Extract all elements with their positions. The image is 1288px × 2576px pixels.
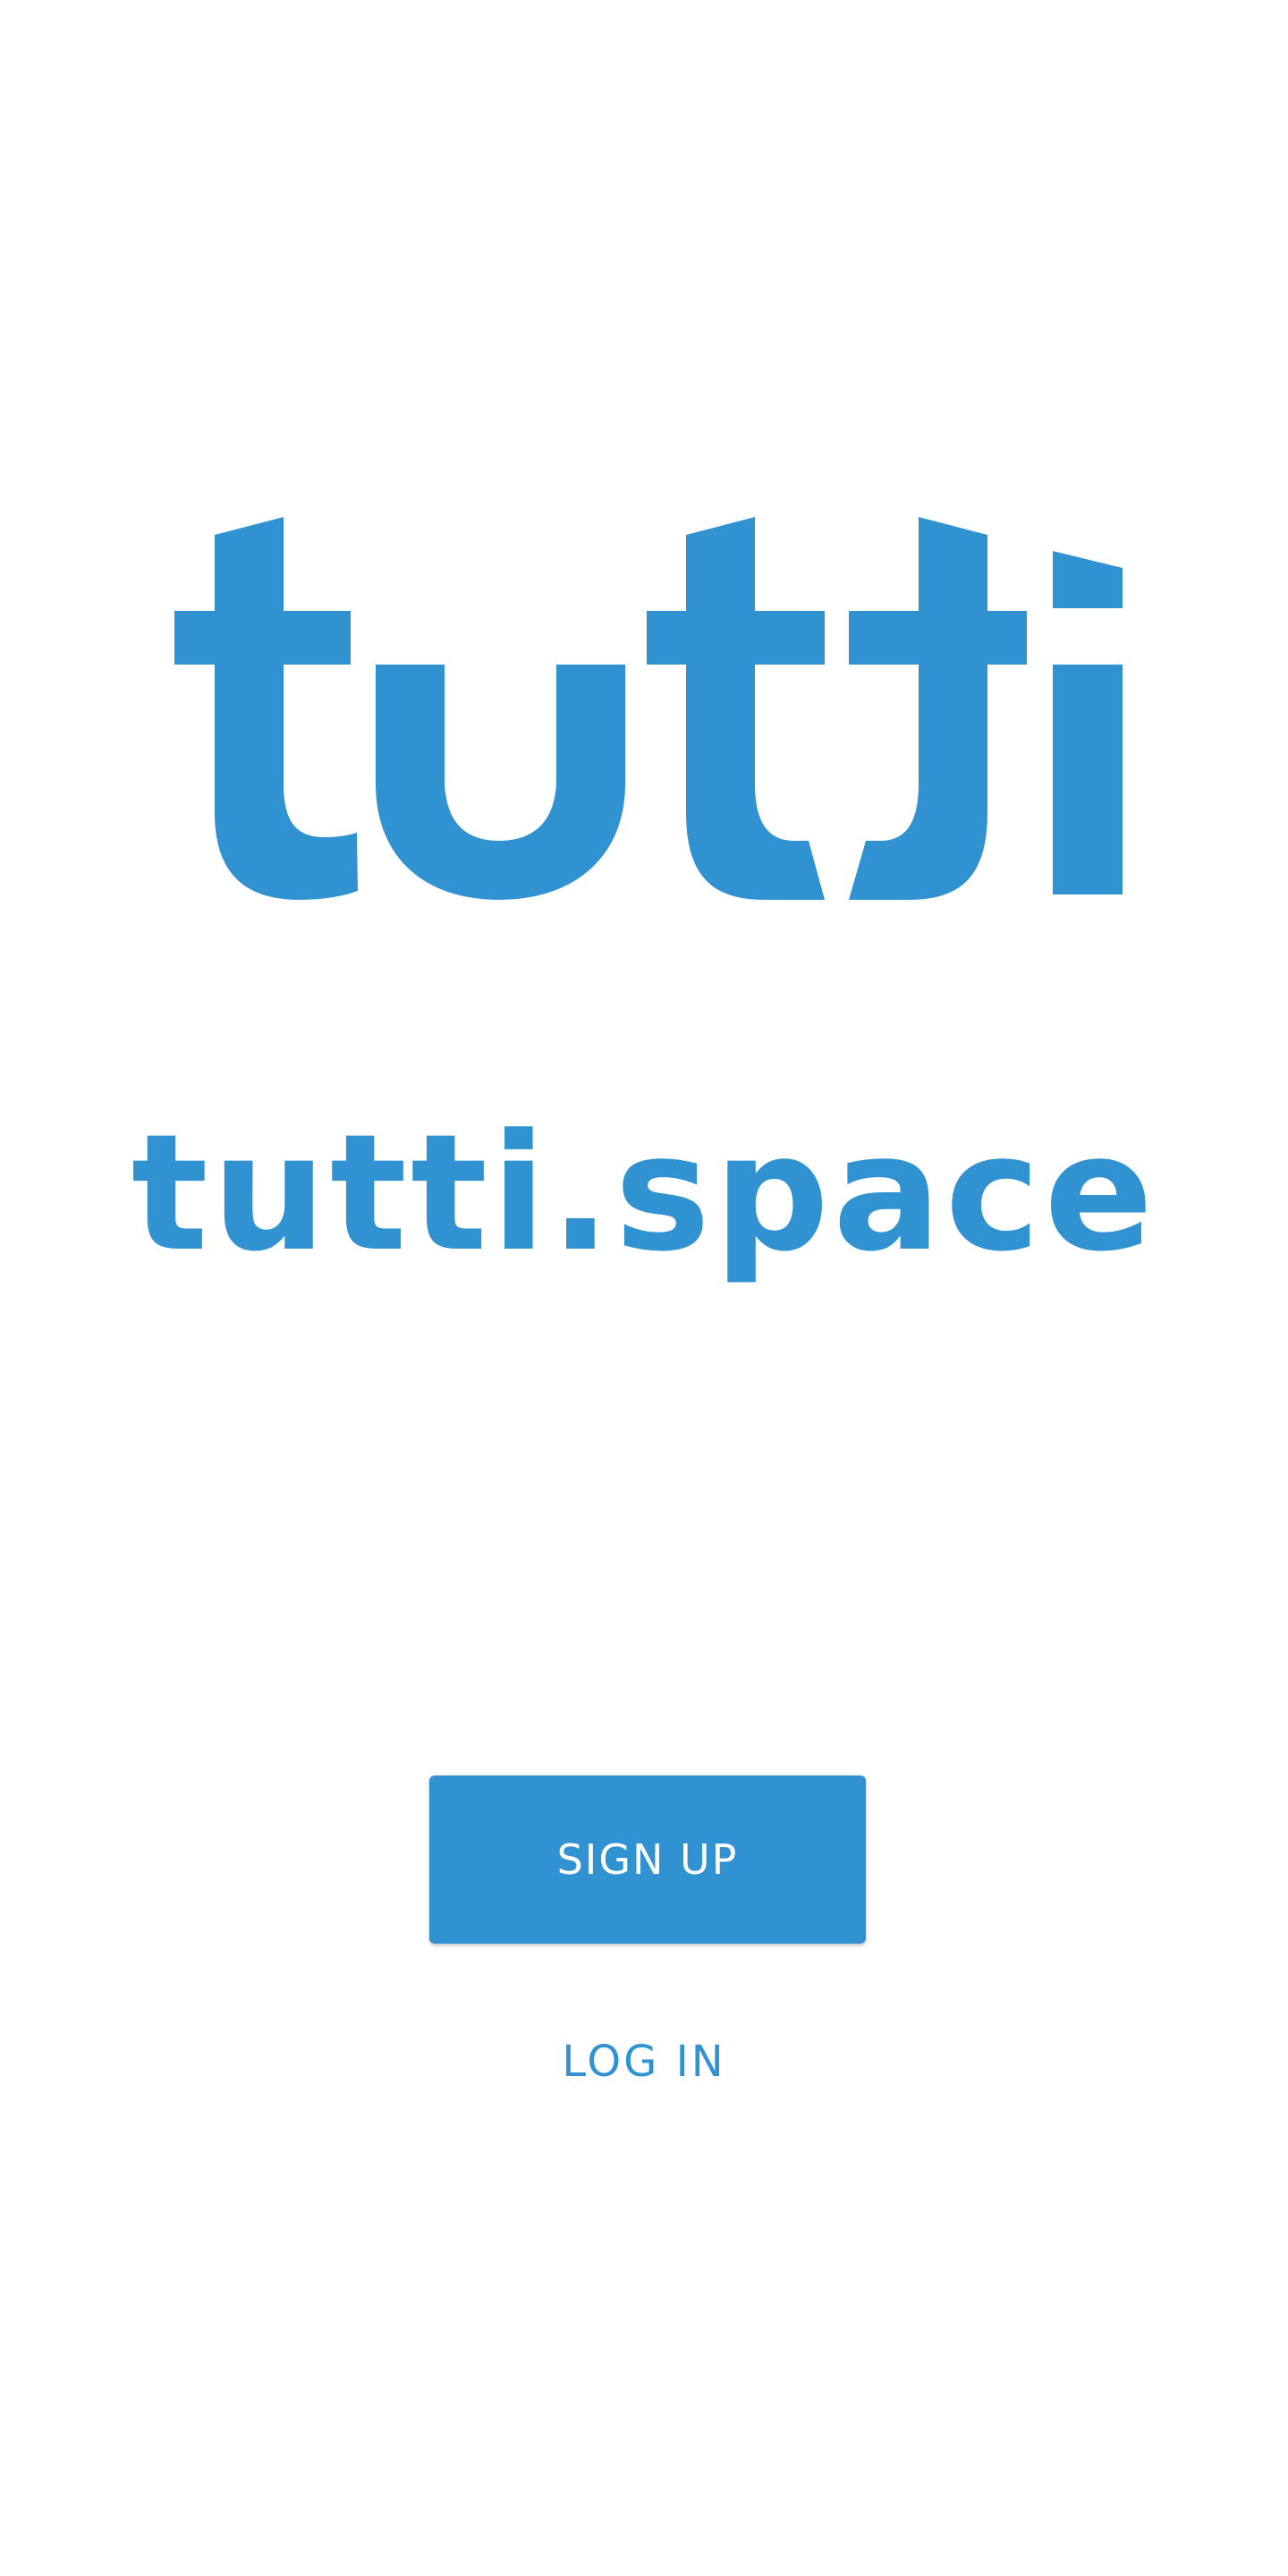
sign-up-button[interactable]: SIGN UP	[429, 1775, 866, 1944]
domain-title: tutti.space	[131, 1100, 1157, 1287]
welcome-screen: tutti.space SIGN UP LOG IN	[0, 0, 1288, 2576]
tutti-logo	[174, 517, 1123, 902]
log-in-link[interactable]: LOG IN	[501, 2026, 787, 2097]
